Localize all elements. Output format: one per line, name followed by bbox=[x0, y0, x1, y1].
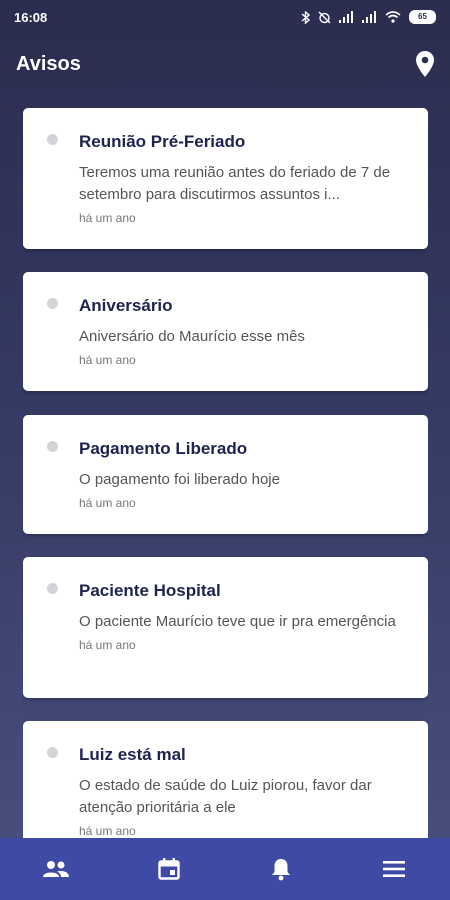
status-icons: 65 bbox=[301, 10, 436, 24]
bell-icon bbox=[272, 859, 291, 881]
signal-icon-2 bbox=[362, 11, 376, 23]
notices-list[interactable]: Reunião Pré-Feriado Teremos uma reunião … bbox=[23, 108, 428, 838]
notice-text: O paciente Maurício teve que ir pra emer… bbox=[79, 613, 396, 630]
nav-notifications[interactable] bbox=[251, 838, 311, 900]
app-bar: Avisos bbox=[0, 42, 450, 86]
notice-time: há um ano bbox=[79, 824, 136, 838]
location-pin-icon[interactable] bbox=[416, 51, 434, 77]
unread-dot bbox=[47, 441, 58, 452]
notice-card[interactable]: Pagamento Liberado O pagamento foi liber… bbox=[23, 415, 428, 534]
people-icon bbox=[43, 861, 70, 877]
nav-people[interactable] bbox=[26, 838, 86, 900]
notice-title: Paciente Hospital bbox=[79, 581, 221, 600]
status-time: 16:08 bbox=[14, 9, 48, 25]
nav-menu[interactable] bbox=[364, 838, 424, 900]
bottom-navigation bbox=[0, 838, 450, 900]
status-bar: 16:08 65 bbox=[0, 0, 450, 34]
notice-title: Luiz está mal bbox=[79, 745, 186, 764]
notice-time: há um ano bbox=[79, 353, 136, 367]
notice-card[interactable]: Reunião Pré-Feriado Teremos uma reunião … bbox=[23, 108, 428, 249]
alarm-off-icon bbox=[318, 11, 331, 23]
bluetooth-icon bbox=[301, 10, 310, 24]
notice-card[interactable]: Luiz está mal O estado de saúde do Luiz … bbox=[23, 721, 428, 838]
notice-title: Reunião Pré-Feriado bbox=[79, 132, 246, 151]
unread-dot bbox=[47, 298, 58, 309]
wifi-icon bbox=[385, 11, 401, 23]
unread-dot bbox=[47, 583, 58, 594]
signal-icon bbox=[339, 11, 353, 23]
notice-time: há um ano bbox=[79, 496, 136, 510]
notice-title: Pagamento Liberado bbox=[79, 439, 248, 458]
menu-icon bbox=[382, 861, 405, 877]
nav-calendar[interactable] bbox=[139, 838, 199, 900]
notice-card[interactable]: Aniversário Aniversário do Maurício esse… bbox=[23, 272, 428, 391]
calendar-icon bbox=[158, 858, 180, 880]
notice-time: há um ano bbox=[79, 638, 136, 652]
battery-indicator: 65 bbox=[409, 10, 436, 24]
unread-dot bbox=[47, 747, 58, 758]
notice-text: Aniversário do Maurício esse mês bbox=[79, 328, 305, 345]
notice-text: Teremos uma reunião antes do feriado de … bbox=[79, 164, 391, 203]
page-title: Avisos bbox=[16, 52, 81, 75]
unread-dot bbox=[47, 134, 58, 145]
notice-time: há um ano bbox=[79, 211, 136, 225]
notice-title: Aniversário bbox=[79, 296, 173, 315]
notice-card[interactable]: Paciente Hospital O paciente Maurício te… bbox=[23, 557, 428, 698]
notice-text: O pagamento foi liberado hoje bbox=[79, 471, 280, 488]
notice-text: O estado de saúde do Luiz piorou, favor … bbox=[79, 777, 372, 816]
